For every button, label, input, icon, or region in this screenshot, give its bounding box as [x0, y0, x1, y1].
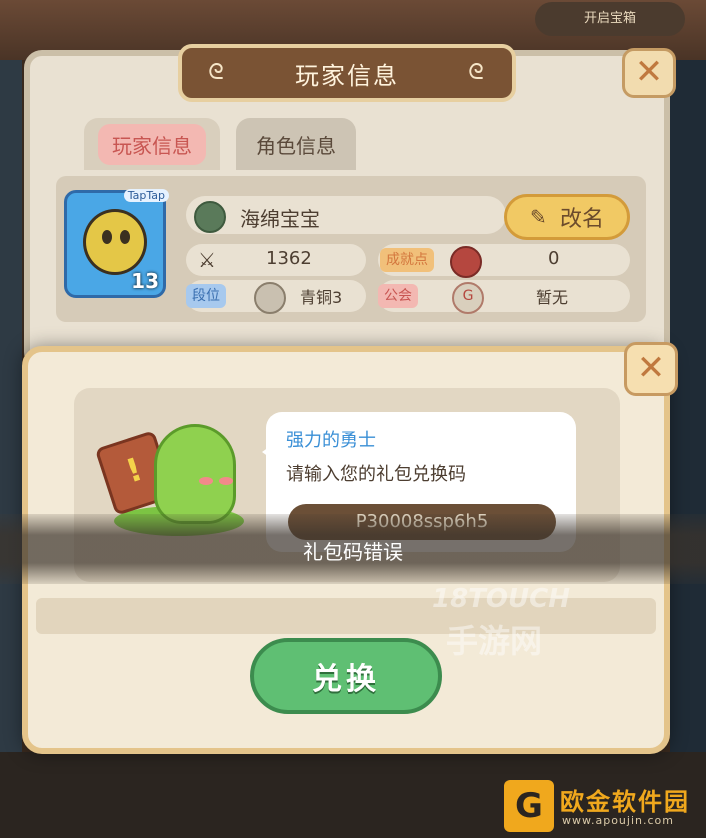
rename-label: 改名	[559, 207, 604, 232]
guild-label: 公会	[378, 284, 418, 308]
title-deco-left-icon: ᘓ	[208, 60, 226, 85]
game-background-right	[670, 60, 706, 760]
achievement-label: 成就点	[380, 248, 434, 272]
brand-url: www.apoujin.com	[562, 814, 674, 827]
site-brand: G 欧金软件园 www.apoujin.com	[504, 780, 702, 834]
watermark-line2: 手游网	[446, 622, 543, 660]
tab-role-info-label: 角色信息	[256, 133, 336, 158]
tab-player-info[interactable]: 玩家信息	[84, 118, 220, 170]
slime-blush	[219, 477, 233, 485]
rank-label: 段位	[186, 284, 226, 308]
slime-body	[154, 424, 236, 524]
crossed-swords-icon: ⚔	[198, 248, 216, 272]
top-right-pill[interactable]: 开启宝箱	[535, 2, 685, 36]
panel-title: 玩家信息	[295, 61, 399, 90]
rank-medal-icon	[254, 282, 286, 314]
game-background-left	[0, 60, 22, 760]
watermark-line1: 18TOUCH	[432, 584, 570, 614]
brand-name: 欧金软件园	[560, 788, 690, 816]
error-message: 礼包码错误	[303, 540, 403, 564]
panel-title-plate: ᘓ 玩家信息 ᘓ	[178, 44, 516, 102]
avatar-tag: TapTap	[123, 189, 169, 202]
title-deco-right-icon: ᘓ	[468, 60, 486, 85]
achievement-value: 0	[548, 248, 560, 269]
redeem-label: 兑换	[312, 662, 380, 697]
power-value: 1362	[266, 248, 312, 269]
player-name: 海绵宝宝	[240, 207, 320, 231]
pencil-icon: ✎	[529, 205, 547, 229]
emblem-icon	[194, 201, 226, 233]
guild-value: 暂无	[536, 288, 569, 307]
slime-blush	[199, 477, 213, 485]
tab-role-info[interactable]: 角色信息	[236, 118, 356, 170]
speaker-name: 强力的勇士	[286, 430, 376, 451]
brand-logo-icon: G	[504, 780, 554, 832]
redeem-prompt: 请输入您的礼包兑换码	[286, 464, 466, 485]
popup-close-button[interactable]: ✕	[624, 342, 678, 396]
avatar-face-icon	[83, 209, 147, 275]
redeem-button[interactable]: 兑换	[250, 638, 442, 714]
trophy-badge-icon	[450, 246, 482, 278]
panel-close-button[interactable]: ✕	[622, 48, 676, 98]
name-row	[186, 196, 506, 234]
rank-value: 青铜3	[300, 288, 343, 307]
avatar-eye	[120, 230, 130, 244]
rename-button[interactable]: ✎ 改名	[504, 194, 630, 240]
guild-icon: G	[452, 282, 484, 314]
tab-player-info-label: 玩家信息	[98, 123, 206, 165]
avatar-eye	[102, 230, 112, 244]
avatar[interactable]: TapTap 13	[64, 189, 169, 298]
avatar-level: 13	[131, 269, 159, 293]
